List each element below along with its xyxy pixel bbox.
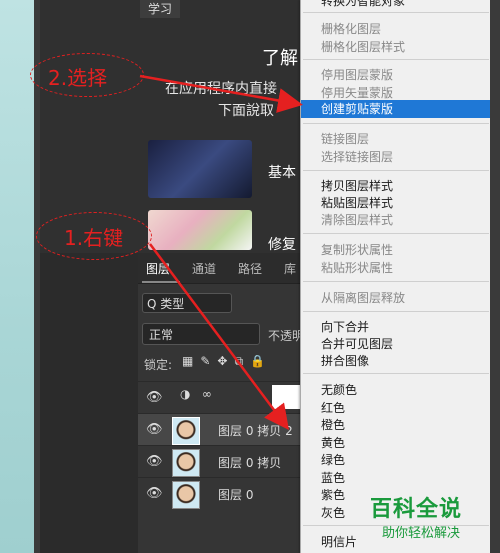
watermark-subtitle: 助你轻松解决 bbox=[382, 526, 461, 541]
arrow-to-layer bbox=[148, 243, 289, 431]
watermark-title: 百科全说 bbox=[370, 497, 463, 522]
annotation-arrows bbox=[139, 74, 303, 431]
arrow-to-menu-item bbox=[139, 74, 303, 113]
watermark: 百科全说 助你轻松解决 bbox=[364, 487, 494, 549]
